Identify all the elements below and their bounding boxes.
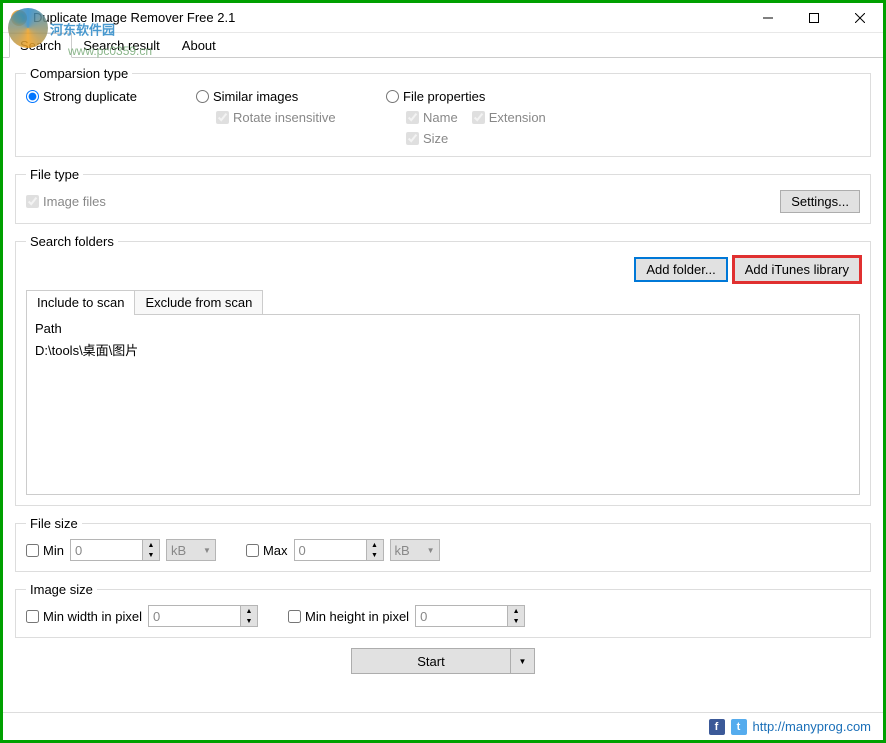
chevron-down-icon: ▼ bbox=[519, 657, 527, 666]
tab-include-to-scan[interactable]: Include to scan bbox=[26, 290, 135, 314]
check-min-width[interactable]: Min width in pixel bbox=[26, 609, 142, 624]
chevron-down-icon: ▼ bbox=[203, 546, 211, 555]
path-column-header: Path bbox=[35, 319, 851, 338]
spinner-down-icon[interactable]: ▼ bbox=[508, 616, 524, 626]
spinner-up-icon[interactable]: ▲ bbox=[367, 540, 383, 550]
max-filesize-unit[interactable]: kB▼ bbox=[390, 539, 440, 561]
check-max-filesize[interactable]: Max bbox=[246, 543, 288, 558]
searchfolders-legend: Search folders bbox=[26, 234, 118, 249]
max-filesize-input[interactable]: 0 ▲▼ bbox=[294, 539, 384, 561]
check-extension: Extension bbox=[472, 110, 546, 125]
min-width-input[interactable]: 0 ▲▼ bbox=[148, 605, 258, 627]
start-dropdown-button[interactable]: ▼ bbox=[511, 648, 535, 674]
image-size-group: Image size Min width in pixel 0 ▲▼ Min h… bbox=[15, 582, 871, 638]
check-rotate-insensitive: Rotate insensitive bbox=[216, 110, 356, 125]
check-min-height[interactable]: Min height in pixel bbox=[288, 609, 409, 624]
tab-exclude-from-scan[interactable]: Exclude from scan bbox=[134, 290, 263, 314]
footer-link[interactable]: http://manyprog.com bbox=[753, 719, 872, 734]
tab-search[interactable]: Search bbox=[9, 33, 72, 58]
min-filesize-unit[interactable]: kB▼ bbox=[166, 539, 216, 561]
titlebar: Duplicate Image Remover Free 2.1 bbox=[3, 3, 883, 33]
add-itunes-library-button[interactable]: Add iTunes library bbox=[734, 257, 860, 282]
facebook-icon[interactable]: f bbox=[709, 719, 725, 735]
search-folders-group: Search folders Add folder... Add iTunes … bbox=[15, 234, 871, 506]
start-button[interactable]: Start bbox=[351, 648, 511, 674]
filetype-legend: File type bbox=[26, 167, 83, 182]
main-tabs: Search Search result About bbox=[3, 33, 883, 58]
min-filesize-input[interactable]: 0 ▲▼ bbox=[70, 539, 160, 561]
file-type-group: File type Image files Settings... bbox=[15, 167, 871, 224]
footer: f t http://manyprog.com bbox=[3, 712, 883, 740]
min-height-input[interactable]: 0 ▲▼ bbox=[415, 605, 525, 627]
path-list[interactable]: Path D:\tools\桌面\图片 bbox=[26, 315, 860, 495]
filesize-legend: File size bbox=[26, 516, 82, 531]
comparison-legend: Comparsion type bbox=[26, 66, 132, 81]
settings-button[interactable]: Settings... bbox=[780, 190, 860, 213]
maximize-button[interactable] bbox=[791, 3, 837, 33]
check-image-files: Image files bbox=[26, 194, 106, 209]
comparison-type-group: Comparsion type Strong duplicate Similar… bbox=[15, 66, 871, 157]
tab-search-result[interactable]: Search result bbox=[72, 33, 171, 58]
window-title: Duplicate Image Remover Free 2.1 bbox=[33, 10, 745, 25]
minimize-button[interactable] bbox=[745, 3, 791, 33]
imagesize-legend: Image size bbox=[26, 582, 97, 597]
list-item[interactable]: D:\tools\桌面\图片 bbox=[35, 338, 851, 361]
chevron-down-icon: ▼ bbox=[427, 546, 435, 555]
radio-strong-duplicate[interactable]: Strong duplicate bbox=[26, 89, 166, 104]
spinner-down-icon[interactable]: ▼ bbox=[367, 550, 383, 560]
close-button[interactable] bbox=[837, 3, 883, 33]
file-size-group: File size Min 0 ▲▼ kB▼ Max bbox=[15, 516, 871, 572]
spinner-down-icon[interactable]: ▼ bbox=[241, 616, 257, 626]
check-min-filesize[interactable]: Min bbox=[26, 543, 64, 558]
twitter-icon[interactable]: t bbox=[731, 719, 747, 735]
spinner-up-icon[interactable]: ▲ bbox=[143, 540, 159, 550]
radio-similar-images[interactable]: Similar images bbox=[196, 89, 356, 104]
check-size: Size bbox=[406, 131, 546, 146]
spinner-up-icon[interactable]: ▲ bbox=[241, 606, 257, 616]
tab-about[interactable]: About bbox=[171, 33, 227, 58]
radio-file-properties[interactable]: File properties bbox=[386, 89, 546, 104]
folder-tabs: Include to scan Exclude from scan bbox=[26, 290, 860, 315]
check-name: Name bbox=[406, 110, 458, 125]
spinner-down-icon[interactable]: ▼ bbox=[143, 550, 159, 560]
app-icon bbox=[11, 10, 27, 26]
spinner-up-icon[interactable]: ▲ bbox=[508, 606, 524, 616]
add-folder-button[interactable]: Add folder... bbox=[634, 257, 727, 282]
